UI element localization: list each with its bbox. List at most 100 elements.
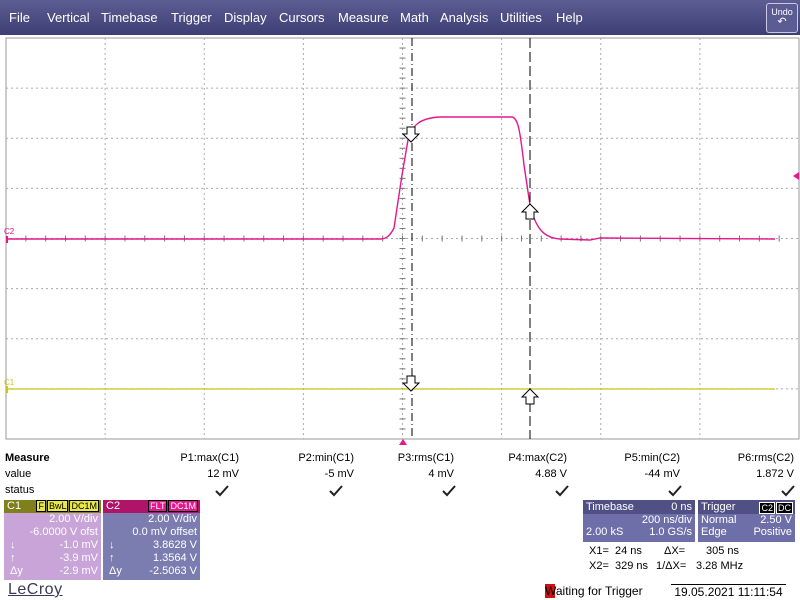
status-check-icon	[329, 485, 343, 497]
c1-channel-name: C1	[7, 500, 22, 512]
timebase-box[interactable]: Timebase 0 ns 200 ns/div 2.00 kS 1.0 GS/…	[583, 500, 695, 542]
trigger-box[interactable]: Trigger C2 DC Normal 2.50 V Edge Positive	[698, 500, 795, 542]
c1-tag-coupling: DC1M	[69, 500, 99, 512]
measure-value-p2: -5 mV	[324, 468, 354, 480]
c2-channel-name: C2	[106, 500, 121, 512]
trigger-source-tag: C2	[759, 502, 775, 514]
measure-param-p6[interactable]: P6:rms(C2)	[738, 452, 794, 464]
trigger-position-marker-icon[interactable]	[399, 439, 407, 445]
c2-vdiv: 2.00 V/div	[148, 513, 197, 525]
trigger-header: Trigger C2 DC	[698, 500, 795, 514]
c2-vdiv-row: 2.00 V/div	[103, 513, 200, 526]
status-check-icon	[442, 485, 456, 497]
c1-vdiv-row: 2.00 V/div	[4, 513, 101, 526]
cursor-inv-dx-label: 1/ΔX=	[656, 560, 687, 572]
menu-cursors[interactable]: Cursors	[279, 0, 325, 35]
c1-cursor-label: Δy	[10, 565, 23, 577]
measure-value-p3: 4 mV	[428, 468, 454, 480]
status-check-icon	[215, 485, 229, 497]
measure-status-label: status	[5, 484, 35, 496]
cursor-x1-value: 24 ns	[615, 545, 642, 557]
c1-vdiv: 2.00 V/div	[49, 513, 98, 525]
c1-cursor-row-2: ↑ -3.9 mV	[4, 552, 101, 565]
measure-value-p5: -44 mV	[644, 468, 680, 480]
c1-tag-filter: F	[36, 500, 46, 512]
c1-trace-label: C1	[4, 378, 15, 387]
waveform-grid[interactable]: C2 C1	[0, 35, 800, 445]
status-check-icon	[781, 485, 795, 497]
timebase-tdiv: 200 ns/div	[641, 514, 692, 526]
menu-timebase[interactable]: Timebase	[101, 0, 158, 35]
c1-channel-box[interactable]: C1 F BwL DC1M 2.00 V/div -6.0000 V ofst ↓ -…	[4, 500, 101, 580]
measure-param-p5[interactable]: P5:min(C2)	[624, 452, 680, 464]
c1-cursor-label: ↓	[10, 539, 16, 551]
c1-offset: -6.0000 V ofst	[29, 526, 99, 538]
menu-file[interactable]: File	[9, 0, 30, 35]
c2-cursor-value: -2.5063 V	[149, 565, 197, 577]
menu-help[interactable]: Help	[556, 0, 583, 35]
c2-cursor-row-1: ↓ 3.8628 V	[103, 539, 200, 552]
c2-channel-header: C2 FLT DC1M	[103, 500, 200, 513]
measure-header: Measure	[5, 452, 50, 464]
menu-bar: File Vertical Timebase Trigger Display C…	[0, 0, 800, 35]
c1-offset-row: -6.0000 V ofst	[4, 526, 101, 539]
menu-utilities[interactable]: Utilities	[500, 0, 542, 35]
c2-cursor-label: ↑	[109, 552, 115, 564]
c2-offset: 0.0 mV offset	[132, 526, 197, 538]
c1-level-marker	[6, 386, 8, 393]
c2-cursor-label: ↓	[109, 539, 115, 551]
timebase-header: Timebase 0 ns	[583, 500, 695, 514]
measure-param-p3[interactable]: P3:rms(C1)	[398, 452, 454, 464]
c2-channel-box[interactable]: C2 FLT DC1M 2.00 V/div 0.0 mV offset ↓ 3.8…	[103, 500, 200, 580]
menu-analysis[interactable]: Analysis	[440, 0, 488, 35]
menu-display[interactable]: Display	[224, 0, 267, 35]
cursor-inv-dx-value: 3.28 MHz	[696, 560, 744, 572]
trigger-mode-row: Normal 2.50 V	[698, 514, 795, 526]
c1-channel-tags: F BwL DC1M	[35, 500, 99, 512]
trigger-type-row: Edge Positive	[698, 526, 795, 538]
cursor-dx-label: ΔX=	[664, 545, 686, 557]
c2-trace-label: C2	[4, 227, 15, 236]
c1-cursor-row-1: ↓ -1.0 mV	[4, 539, 101, 552]
c2-cursor-value: 3.8628 V	[152, 539, 197, 551]
menu-math[interactable]: Math	[400, 0, 429, 35]
timebase-tdiv-row: 200 ns/div	[583, 514, 695, 526]
menu-trigger[interactable]: Trigger	[171, 0, 212, 35]
measure-value-label: value	[5, 468, 32, 480]
undo-button[interactable]: Undo ↶	[766, 3, 798, 33]
measure-param-p1[interactable]: P1:max(C1)	[180, 452, 239, 464]
measure-param-p4[interactable]: P4:max(C2)	[508, 452, 567, 464]
c2-tag-filter: FLT	[148, 500, 168, 512]
undo-icon: ↶	[777, 16, 787, 28]
measure-value-p6: 1.872 V	[756, 468, 794, 480]
c1-channel-header: C1 F BwL DC1M	[4, 500, 101, 513]
trigger-slope: Positive	[753, 526, 792, 538]
lecroy-logo: LeCroy	[8, 581, 63, 598]
trigger-mode: Normal	[701, 514, 737, 526]
c1-cursor-value: -3.9 mV	[59, 552, 98, 564]
trigger-coupling-tag: DC	[776, 502, 793, 514]
c1-cursor-label: ↑	[10, 552, 16, 564]
cursor-x1-label: X1=	[589, 545, 609, 557]
acquisition-status: Waiting for Trigger	[545, 584, 643, 598]
menu-measure[interactable]: Measure	[338, 0, 389, 35]
c2-tag-coupling: DC1M	[168, 500, 198, 512]
timebase-delay: 0 ns	[671, 501, 692, 513]
timebase-rate-row: 2.00 kS 1.0 GS/s	[583, 526, 695, 538]
c1-tag-bwl: BwL	[46, 500, 69, 512]
c2-cursor-value: 1.3564 V	[152, 552, 197, 564]
cursor-x2-value: 329 ns	[615, 560, 649, 572]
cursor-x2-label: X2=	[589, 560, 609, 572]
c1-cursor-row-3: Δy -2.9 mV	[4, 565, 101, 578]
measure-param-p2[interactable]: P2:min(C1)	[298, 452, 354, 464]
c1-cursor-value: -2.9 mV	[59, 565, 98, 577]
c2-cursor-row-2: ↑ 1.3564 V	[103, 552, 200, 565]
c2-channel-tags: FLT DC1M	[147, 500, 198, 512]
timebase-rate: 1.0 GS/s	[649, 526, 692, 538]
trigger-type: Edge	[701, 526, 727, 538]
measure-value-p1: 12 mV	[207, 468, 239, 480]
menu-vertical[interactable]: Vertical	[47, 0, 90, 35]
trigger-title: Trigger	[701, 501, 736, 513]
timebase-title: Timebase	[586, 501, 634, 513]
c1-cursor-value: -1.0 mV	[59, 539, 98, 551]
